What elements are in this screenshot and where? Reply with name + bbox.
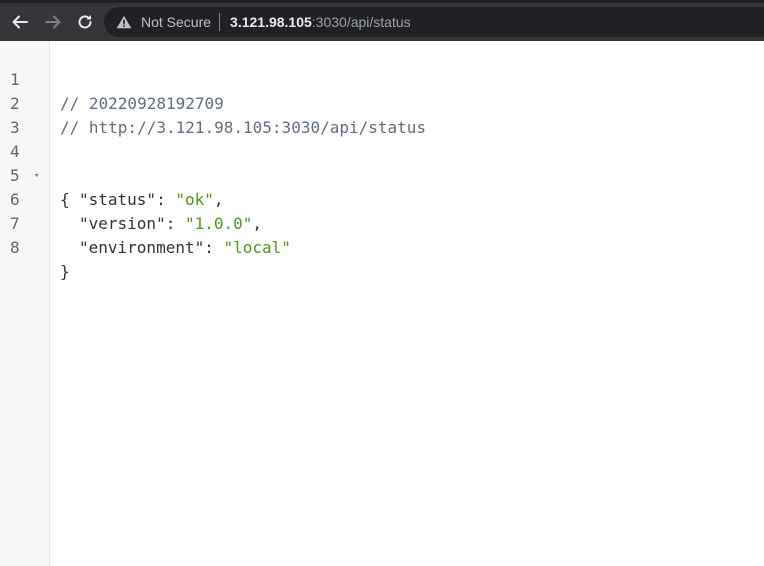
browser-toolbar: Not Secure 3.121.98.105:3030/api/status xyxy=(0,0,764,41)
line-number: 8 xyxy=(10,238,20,257)
json-key: "environment" xyxy=(79,238,205,257)
arrow-right-icon xyxy=(45,15,61,29)
omnibox-divider xyxy=(219,13,221,31)
json-entry-environment: "environment": "local" xyxy=(79,236,291,260)
reload-button[interactable] xyxy=(72,9,98,35)
json-viewer: 1 // 20220928192709 2 // http://3.121.98… xyxy=(0,41,764,566)
code-line: 5 "status": "ok", xyxy=(0,140,764,209)
arrow-left-icon xyxy=(12,15,28,29)
json-colon: : xyxy=(204,238,224,257)
forward-button[interactable] xyxy=(40,9,66,35)
code-line: 3 xyxy=(0,92,764,137)
close-brace: } xyxy=(60,262,70,281)
code-line: 7 "environment": "local" xyxy=(0,188,764,257)
url-path: :3030/api/status xyxy=(311,14,411,30)
url-host: 3.121.98.105 xyxy=(230,14,312,30)
back-button[interactable] xyxy=(7,9,33,35)
code-line: 8 } xyxy=(0,212,764,281)
code-line: 6 "version": "1.0.0", xyxy=(0,164,764,233)
code-line: 4 ▾ { xyxy=(0,116,764,209)
code-line: 1 // 20220928192709 xyxy=(0,44,764,113)
security-status-label[interactable]: Not Secure xyxy=(141,7,211,37)
reload-icon xyxy=(78,15,92,29)
json-string-value: "local" xyxy=(223,238,291,257)
code-line: 2 // http://3.121.98.105:3030/api/status xyxy=(0,68,764,137)
warning-triangle-icon[interactable] xyxy=(116,15,132,29)
url-text[interactable]: 3.121.98.105:3030/api/status xyxy=(230,7,411,37)
address-bar[interactable]: Not Secure 3.121.98.105:3030/api/status xyxy=(104,7,764,37)
